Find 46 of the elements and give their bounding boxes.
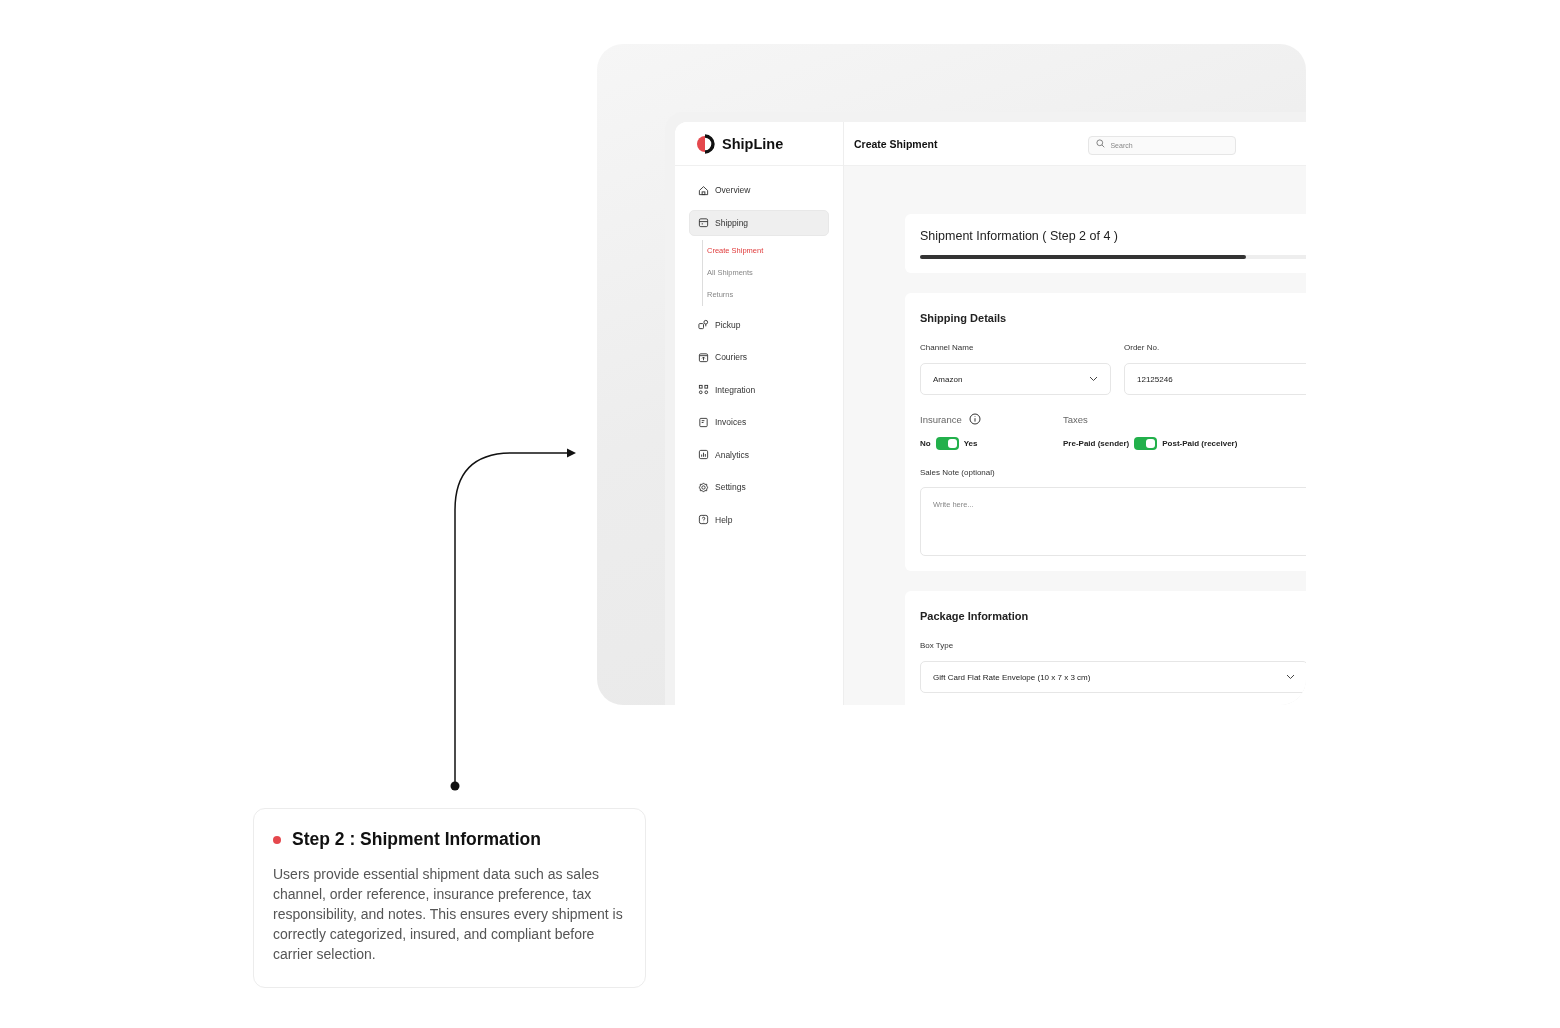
option-label: Yes (963, 439, 978, 448)
box-type-select[interactable]: Gift Card Flat Rate Envelope (10 x 7 x 3 cm) (920, 661, 1306, 693)
search-icon (1096, 139, 1106, 148)
field-label: Order No. (1124, 343, 1161, 352)
sidebar-item[interactable]: Settings (689, 474, 829, 500)
pickup-icon (698, 319, 709, 330)
logo-icon (697, 133, 715, 154)
info-icon (968, 413, 981, 425)
courier-icon (698, 351, 709, 363)
callout-text: Users provide essential shipment data such as sales channel, order reference, insurance preference, tax responsibility, and notes. This ensures every shipment is correctly categorized, insured, and compliant before carrier selection. (273, 865, 623, 964)
callout-title: Step 2 : Shipment Information (292, 829, 541, 850)
integration-icon (698, 384, 709, 395)
sidebar-item[interactable]: Analytics (689, 441, 829, 468)
box-icon (698, 217, 709, 228)
section-title: Package Information (920, 610, 1030, 622)
step-title: Shipment Information ( Step 2 of 4 ) (920, 229, 1120, 243)
field-label: Insurance (920, 413, 962, 425)
sidebar-item[interactable]: Shipping (689, 209, 829, 236)
analytics-icon (698, 449, 709, 460)
chevron-down-icon (1089, 376, 1098, 382)
option-label: Pre-Paid (sender) (1063, 439, 1130, 448)
invoice-icon (698, 416, 709, 428)
app-logo: ShipLine (722, 135, 784, 152)
section-title: Shipping Details (920, 312, 1008, 324)
sidebar-item[interactable]: Couriers (689, 344, 829, 370)
taxes-toggle[interactable] (1134, 437, 1158, 450)
home-icon (698, 184, 709, 196)
option-label: Post-Paid (receiver) (1162, 439, 1238, 448)
order-field[interactable]: 12125246 (1124, 363, 1306, 395)
sidebar-item[interactable]: Overview (689, 177, 829, 203)
field-label: Channel Name (920, 343, 975, 352)
insurance-toggle[interactable] (935, 437, 959, 450)
sidebar-item[interactable]: Pickup (689, 311, 829, 338)
sidebar-item[interactable]: Integration (689, 376, 829, 403)
help-icon (698, 514, 709, 525)
field-label: Sales Note (optional) (920, 468, 996, 477)
field-label: Box Type (920, 641, 955, 650)
field-label: Taxes (1063, 413, 1088, 425)
sidebar-item[interactable]: Help (689, 506, 829, 533)
status-dot (273, 835, 281, 844)
page-title: Create Shipment (854, 137, 938, 150)
channel-select[interactable]: Amazon (920, 363, 1111, 395)
chevron-down-icon (1286, 674, 1295, 680)
settings-icon (698, 481, 709, 493)
sidebar-item[interactable]: Invoices (689, 409, 829, 435)
option-label: No (920, 439, 931, 448)
